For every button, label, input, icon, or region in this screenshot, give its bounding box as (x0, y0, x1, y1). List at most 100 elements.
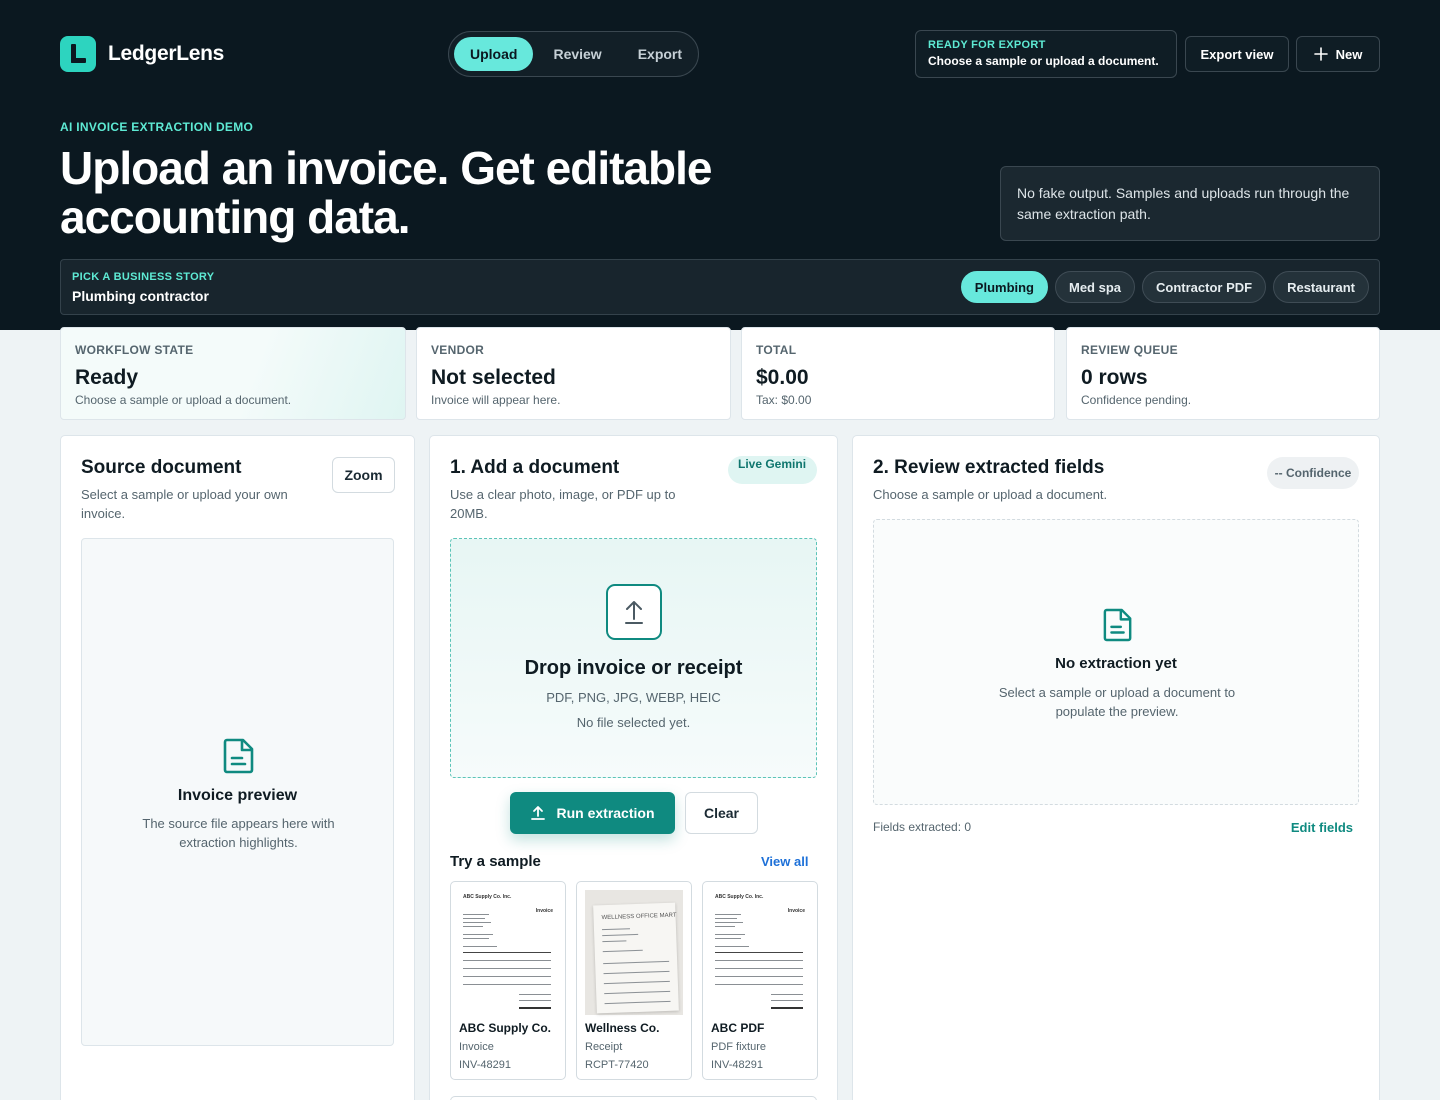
stat-vendor: VENDOR Not selected Invoice will appear … (416, 327, 731, 420)
run-extraction-label: Run extraction (556, 805, 655, 821)
stat-label: WORKFLOW STATE (75, 343, 194, 357)
upload-tile (606, 584, 662, 640)
review-fields-panel: 2. Review extracted fields Choose a samp… (852, 435, 1380, 1100)
thumb-heading: ABC Supply Co. Inc. (463, 894, 512, 900)
new-button[interactable]: New (1296, 36, 1380, 72)
receipt-thumbnail: WELLNESS OFFICE MART (585, 890, 683, 1015)
invoice-preview[interactable]: Invoice preview The source file appears … (81, 538, 394, 1046)
samples-title: Try a sample (450, 853, 541, 870)
preview-text: The source file appears here with extrac… (142, 816, 335, 850)
sample-card-abc-supply[interactable]: ABC Supply Co. Inc. Invoice ABC Supply C… (450, 881, 566, 1080)
clear-button[interactable]: Clear (685, 792, 758, 834)
stat-sub: Choose a sample or upload a document. (75, 393, 292, 407)
tab-upload[interactable]: Upload (454, 37, 534, 71)
stat-review-queue: REVIEW QUEUE 0 rows Confidence pending. (1066, 327, 1380, 420)
add-subtitle: Use a clear photo, image, or PDF up to 2… (450, 487, 676, 521)
view-all-link[interactable]: View all (761, 854, 808, 869)
status-title: READY FOR EXPORT (928, 39, 1046, 51)
sample-name: Wellness Co. (585, 1021, 660, 1035)
pdf-thumbnail: ABC Supply Co. Inc. Invoice (711, 890, 809, 1015)
document-icon (1103, 608, 1132, 642)
page-title: Upload an invoice. Get editable accounti… (60, 142, 712, 243)
file-status: No file selected yet. (576, 715, 691, 730)
business-story-picker: PICK A BUSINESS STORY Plumbing contracto… (60, 259, 1380, 315)
hero-eyebrow: AI INVOICE EXTRACTION DEMO (60, 120, 254, 134)
plus-icon (1313, 47, 1328, 61)
sample-card-wellness[interactable]: WELLNESS OFFICE MART Wellness Co. Receip… (576, 881, 692, 1080)
logo-mark-icon (60, 36, 96, 72)
document-icon (223, 738, 254, 774)
story-selected: Plumbing contractor (72, 288, 209, 304)
review-subtitle: Choose a sample or upload a document. (873, 487, 1108, 502)
stat-value: $0.00 (756, 366, 809, 389)
tab-review[interactable]: Review (537, 37, 617, 71)
app-name: LedgerLens (108, 42, 225, 65)
upload-icon (531, 806, 546, 820)
sample-id: RCPT-77420 (585, 1059, 649, 1071)
preview-title: Invoice preview (177, 787, 298, 804)
run-extraction-button[interactable]: Run extraction (510, 792, 675, 834)
stat-value: Ready (75, 366, 139, 389)
sample-name: ABC Supply Co. (459, 1021, 551, 1035)
source-subtitle: Select a sample or upload your own invoi… (81, 487, 288, 521)
story-eyebrow: PICK A BUSINESS STORY (72, 271, 215, 283)
zoom-label: Zoom (344, 467, 383, 483)
clear-label: Clear (703, 805, 740, 821)
fields-extracted-count: Fields extracted: 0 (873, 820, 972, 834)
sample-type: PDF fixture (711, 1041, 767, 1053)
hero-note: No fake output. Samples and uploads run … (1000, 166, 1380, 241)
stat-label: REVIEW QUEUE (1081, 343, 1178, 357)
story-option-contractor-pdf[interactable]: Contractor PDF (1142, 271, 1267, 303)
stat-sub: Tax: $0.00 (756, 393, 812, 407)
stat-total: TOTAL $0.00 Tax: $0.00 (741, 327, 1055, 420)
stat-sub: Confidence pending. (1081, 393, 1192, 407)
upload-arrow-icon (625, 601, 643, 624)
sample-id: INV-48291 (459, 1059, 511, 1071)
next-section-card (450, 1096, 817, 1100)
status-message: Choose a sample or upload a document. (928, 54, 1159, 68)
stat-value: Not selected (431, 366, 556, 389)
sample-type: Invoice (459, 1041, 494, 1053)
add-document-panel: 1. Add a document Use a clear photo, ima… (429, 435, 838, 1100)
stat-label: VENDOR (431, 343, 485, 357)
tab-export[interactable]: Export (622, 37, 698, 71)
app-logo[interactable]: LedgerLens (60, 36, 224, 72)
stat-sub: Invoice will appear here. (431, 393, 561, 407)
story-options: Plumbing Med spa Contractor PDF Restaura… (960, 271, 1369, 303)
edit-fields-link[interactable]: Edit fields (1291, 820, 1353, 835)
thumb-tag: Invoice (787, 908, 805, 914)
invoice-thumbnail: ABC Supply Co. Inc. Invoice (459, 890, 557, 1015)
new-label: New (1335, 46, 1363, 62)
story-option-restaurant[interactable]: Restaurant (1273, 271, 1369, 303)
stat-label: TOTAL (756, 343, 797, 357)
sample-card-abc-pdf[interactable]: ABC Supply Co. Inc. Invoice ABC PDF PDF … (702, 881, 818, 1080)
source-title: Source document (81, 457, 242, 478)
main-nav: Upload Review Export (448, 31, 699, 77)
hero-header: LedgerLens Upload Review Export READY FO… (0, 0, 1440, 330)
story-option-plumbing[interactable]: Plumbing (960, 271, 1048, 303)
thumb-heading: WELLNESS OFFICE MART (601, 912, 677, 922)
live-gemini-badge: Live Gemini (728, 456, 817, 484)
source-document-panel: Source document Select a sample or uploa… (60, 435, 415, 1100)
zoom-button[interactable]: Zoom (332, 457, 395, 493)
thumb-heading: ABC Supply Co. Inc. (715, 894, 764, 900)
story-option-med-spa[interactable]: Med spa (1055, 271, 1136, 303)
review-title: 2. Review extracted fields (873, 457, 1105, 478)
add-title: 1. Add a document (450, 457, 620, 478)
extraction-empty-state: No extraction yet Select a sample or upl… (873, 519, 1359, 805)
empty-text: Select a sample or upload a document to … (998, 685, 1236, 719)
accepted-formats: PDF, PNG, JPG, WEBP, HEIC (546, 690, 721, 705)
sample-id: INV-48291 (711, 1059, 763, 1071)
empty-title: No extraction yet (1055, 655, 1177, 672)
file-dropzone[interactable]: Drop invoice or receipt PDF, PNG, JPG, W… (450, 538, 817, 778)
thumb-tag: Invoice (535, 908, 553, 914)
sample-name: ABC PDF (711, 1021, 765, 1035)
sample-type: Receipt (585, 1041, 623, 1053)
export-view-label: Export view (1200, 46, 1274, 62)
export-status: READY FOR EXPORT Choose a sample or uplo… (915, 30, 1177, 78)
stat-value: 0 rows (1081, 366, 1148, 389)
stat-workflow-state: WORKFLOW STATE Ready Choose a sample or … (60, 327, 406, 420)
export-view-button[interactable]: Export view (1185, 36, 1289, 72)
confidence-badge: -- Confidence (1267, 457, 1359, 489)
drop-title: Drop invoice or receipt (524, 657, 743, 679)
